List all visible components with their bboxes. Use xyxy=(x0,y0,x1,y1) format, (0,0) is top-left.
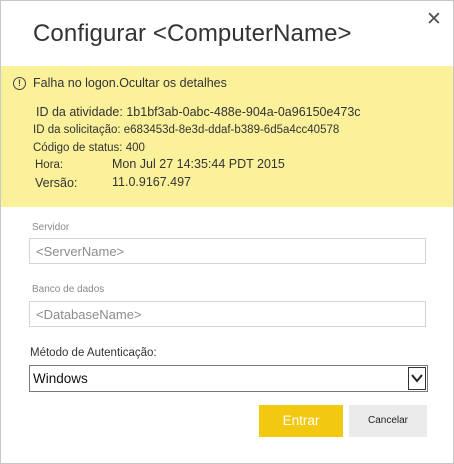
warning-circle-icon: ! xyxy=(13,77,26,90)
dialog-title: Configurar <ComputerName> xyxy=(33,20,352,47)
error-header: Falha no logon.Ocultar os detalhes xyxy=(33,76,227,90)
auth-method-label: Método de Autenticação: xyxy=(30,347,157,359)
cancel-button[interactable]: Cancelar xyxy=(349,405,427,437)
hide-details-link[interactable]: Ocultar os detalhes xyxy=(119,76,227,90)
close-icon[interactable]: ✕ xyxy=(425,10,443,29)
server-label: Servidor xyxy=(32,222,70,233)
database-input[interactable] xyxy=(29,301,426,327)
database-label: Banco de dados xyxy=(32,284,105,295)
status-code: Código de status: 400 xyxy=(33,142,145,154)
chevron-down-icon[interactable] xyxy=(408,367,426,390)
server-input[interactable] xyxy=(29,238,426,264)
auth-method-value: Windows xyxy=(33,371,88,386)
time-value: Mon Jul 27 14:35:44 PDT 2015 xyxy=(112,157,285,171)
error-panel: ! Falha no logon.Ocultar os detalhes ID … xyxy=(1,66,453,207)
activity-id: ID da atividade: 1b1bf3ab-0abc-488e-904a… xyxy=(36,105,361,119)
version-label: Versão: xyxy=(35,176,78,190)
request-id: ID da solicitação: e683453d-8e3d-ddaf-b3… xyxy=(33,124,340,136)
auth-method-select[interactable]: Windows xyxy=(29,365,428,392)
sign-in-button[interactable]: Entrar xyxy=(259,405,343,437)
configure-dialog: Configurar <ComputerName> ✕ ! Falha no l… xyxy=(0,0,454,464)
version-value: 11.0.9167.497 xyxy=(112,175,192,189)
error-message: Falha no logon. xyxy=(33,76,120,90)
time-label: Hora: xyxy=(35,159,64,171)
